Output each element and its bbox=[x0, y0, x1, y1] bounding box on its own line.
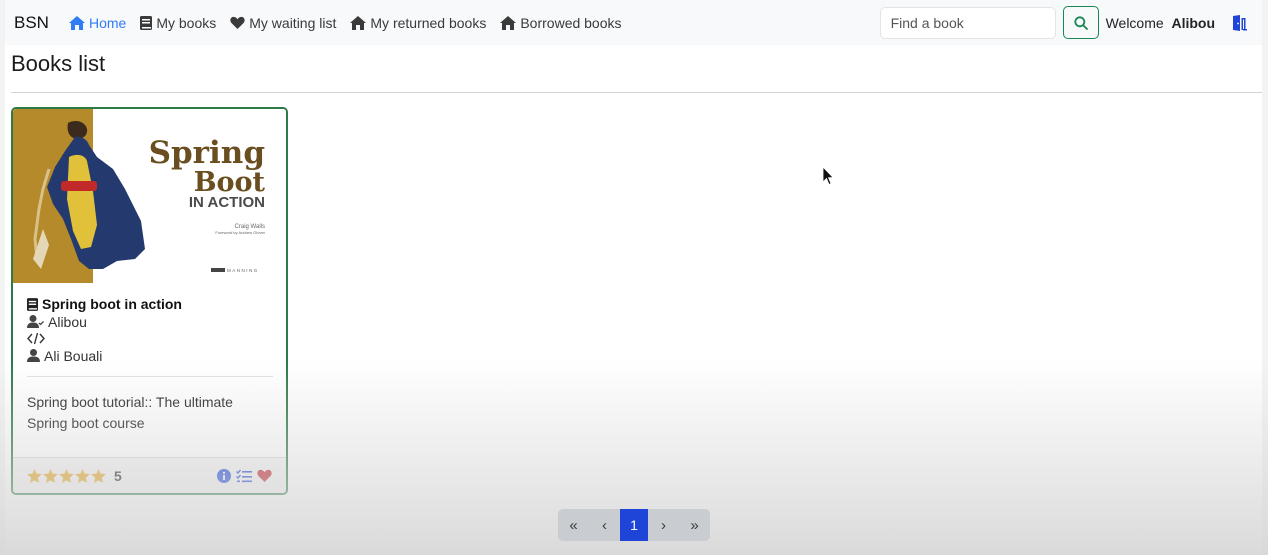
welcome-text: Welcome Alibou bbox=[1106, 15, 1215, 31]
book-cover[interactable]: Spring Boot IN ACTION Craig Walls Forewo… bbox=[13, 109, 286, 283]
nav-my-books-label: My books bbox=[156, 14, 217, 31]
home-icon bbox=[68, 15, 85, 30]
search-icon bbox=[1073, 15, 1088, 30]
nav-home[interactable]: Home bbox=[68, 14, 127, 31]
pagination: « ‹ 1 › » bbox=[558, 509, 710, 541]
page-next-button[interactable]: › bbox=[648, 509, 679, 541]
home-icon bbox=[500, 15, 517, 30]
info-icon[interactable] bbox=[217, 468, 231, 483]
search-input[interactable] bbox=[879, 6, 1056, 39]
book-cover-image: Spring Boot IN ACTION Craig Walls Forewo… bbox=[13, 109, 286, 283]
brand-logo[interactable]: BSN bbox=[14, 13, 49, 33]
user-name: Alibou bbox=[1171, 14, 1215, 31]
list-check-icon[interactable] bbox=[236, 469, 252, 483]
cover-title-line1: Spring bbox=[149, 135, 265, 171]
cover-foreword: Foreword by Andrew Glover bbox=[215, 230, 265, 235]
title-divider bbox=[11, 92, 1262, 93]
cover-publisher: MANNING bbox=[227, 268, 259, 273]
right-edge bbox=[1262, 0, 1268, 555]
nav-home-label: Home bbox=[88, 14, 127, 31]
code-icon bbox=[27, 332, 45, 345]
star-icon bbox=[91, 468, 106, 483]
book-owner: Alibou bbox=[48, 313, 87, 330]
star-icon bbox=[27, 468, 42, 483]
book-author-row: Ali Bouali bbox=[27, 347, 273, 364]
cover-subtitle: IN ACTION bbox=[189, 194, 265, 211]
navbar-right: Welcome Alibou bbox=[879, 0, 1262, 45]
user-check-icon bbox=[27, 315, 44, 328]
page-first-button[interactable]: « bbox=[558, 509, 589, 541]
nav-borrowed-books[interactable]: Borrowed books bbox=[500, 14, 622, 31]
book-title: Spring boot in action bbox=[42, 296, 182, 312]
book-title-row: Spring boot in action bbox=[27, 295, 273, 313]
nav-borrowed-books-label: Borrowed books bbox=[520, 14, 622, 31]
book-owner-row: Alibou bbox=[27, 313, 273, 330]
card-actions bbox=[217, 468, 272, 483]
book-synopsis: Spring boot tutorial:: The ultimate Spri… bbox=[27, 394, 233, 431]
welcome-prefix: Welcome bbox=[1105, 14, 1164, 31]
book-card[interactable]: Spring Boot IN ACTION Craig Walls Forewo… bbox=[11, 107, 288, 495]
page-last-button[interactable]: » bbox=[679, 509, 710, 541]
home-icon bbox=[350, 15, 367, 30]
search-button[interactable] bbox=[1062, 6, 1099, 39]
user-icon bbox=[27, 349, 40, 362]
nav-returned-books[interactable]: My returned books bbox=[350, 15, 486, 31]
book-icon bbox=[140, 15, 153, 30]
door-open-icon bbox=[1233, 14, 1247, 31]
book-isbn-row bbox=[27, 330, 273, 347]
card-divider bbox=[27, 376, 273, 377]
star-icon bbox=[59, 468, 74, 483]
nav-waiting-list-label: My waiting list bbox=[249, 14, 337, 31]
nav-waiting-list[interactable]: My waiting list bbox=[230, 15, 336, 31]
mouse-cursor-icon bbox=[822, 166, 834, 186]
page-current-button[interactable]: 1 bbox=[620, 509, 648, 541]
rating-stars: 5 bbox=[27, 468, 122, 484]
heart-icon[interactable] bbox=[257, 469, 272, 482]
book-card-footer: 5 bbox=[13, 457, 286, 493]
navbar: BSN Home My books My waiting list My ret… bbox=[5, 0, 1262, 45]
star-icon bbox=[43, 468, 58, 483]
logout-button[interactable] bbox=[1231, 14, 1247, 31]
nav-returned-books-label: My returned books bbox=[370, 14, 487, 31]
page-title: Books list bbox=[11, 51, 106, 76]
left-edge bbox=[0, 0, 5, 555]
star-icon bbox=[75, 468, 90, 483]
nav-my-books[interactable]: My books bbox=[140, 15, 216, 31]
book-card-body: Spring boot in action Alibou Ali Bouali … bbox=[27, 295, 273, 434]
page-prev-button[interactable]: ‹ bbox=[589, 509, 620, 541]
book-icon bbox=[27, 297, 38, 311]
book-author: Ali Bouali bbox=[44, 347, 103, 364]
heart-icon bbox=[230, 16, 245, 29]
rating-value: 5 bbox=[114, 467, 122, 484]
